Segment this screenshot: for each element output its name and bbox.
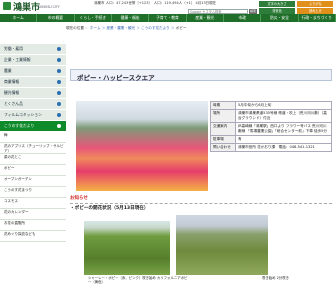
sidebar-subitem[interactable]: 菜の花とこ xyxy=(0,154,66,165)
sidebar-item-business[interactable]: 企業・工業情報 xyxy=(0,55,66,66)
nav-item-education[interactable]: 子育て・教育 xyxy=(149,14,187,22)
bloom-caption-2: 咲き始め 2分咲き xyxy=(262,276,289,280)
city-logo-icon[interactable] xyxy=(3,2,11,10)
site-header: 鴻巣市 KONOSU CITY 鴻巣市 人口：47,243世帯（+123） 人口… xyxy=(0,0,336,21)
breadcrumb-home[interactable]: ホーム xyxy=(90,26,101,30)
site-title[interactable]: 鴻巣市 xyxy=(13,0,40,13)
global-nav: ホーム 市の概要 くらし・手続き 健康・福祉 子育て・教育 産業・観光 市政 防… xyxy=(0,14,336,22)
nav-item-home[interactable]: ホーム xyxy=(0,14,38,22)
nav-item-government[interactable]: 市政 xyxy=(224,14,262,22)
sidebar-subitem[interactable]: 花めぐり探訪なども xyxy=(0,231,66,242)
page-title-bar: ポピー・ハッピースクエア xyxy=(70,69,332,82)
table-row: 場所 鴻巣市鴻巣県道535号線 県道・吹上（荒川河川敷）（高台グラウンド）付近 xyxy=(210,109,332,123)
sidebar-subitem[interactable]: コスモス xyxy=(0,198,66,209)
nav-item-life[interactable]: くらし・手続き xyxy=(75,14,112,22)
population-stats: 鴻巣市 人口：47,243世帯（+123） 人口：119,494人（+1） 4月… xyxy=(94,1,217,5)
breadcrumb-industry[interactable]: 産業・農業・観光 xyxy=(106,26,135,30)
sidebar-item-labor[interactable]: 労働・雇用 xyxy=(0,44,66,55)
nav-item-health[interactable]: 健康・福祉 xyxy=(112,14,150,22)
notice-divider xyxy=(70,203,332,204)
table-row: 時期 5月中旬から6月上旬 xyxy=(210,101,332,110)
sidebar-item-flowers[interactable]: こうのす花だより xyxy=(0,121,66,132)
breadcrumb-label: 現在の位置 xyxy=(66,26,84,30)
sidebar: 労働・雇用 企業・工業情報 農業 商業情報 観光情報 とくさん品 フィルムコミッ… xyxy=(0,44,66,242)
nav-item-planning[interactable]: 行政・まちづくり xyxy=(299,14,336,22)
site-subtitle: KONOSU CITY xyxy=(38,5,60,9)
breadcrumb: 現在の位置 ： ホーム ＞ 産業・農業・観光 ＞ こうのす花だより ＞ ポピー xyxy=(66,26,187,30)
nav-item-safety[interactable]: 防災・安全 xyxy=(261,14,299,22)
table-row: 問い合わせ 鴻巣市役所 花かおり課 電話：048-541-1321 xyxy=(210,143,332,152)
sidebar-subitem[interactable]: 花のカレンダー xyxy=(0,209,66,220)
breadcrumb-flowers[interactable]: こうのす花だより xyxy=(141,26,170,30)
info-table: 時期 5月中旬から6月上旬 場所 鴻巣市鴻巣県道535号線 県道・吹上（荒川河川敷）… xyxy=(210,101,332,152)
sidebar-item-film[interactable]: フィルムコミッション xyxy=(0,110,66,121)
sidebar-subitem[interactable]: 梅 xyxy=(0,132,66,143)
poppy-field-photo xyxy=(76,101,208,191)
sidebar-item-agriculture[interactable]: 農業 xyxy=(0,66,66,77)
nav-item-industry[interactable]: 産業・観光 xyxy=(187,14,224,22)
sidebar-subitem[interactable]: 花のアプリス（チューリップ・サルビア） xyxy=(0,143,66,154)
notice-heading: お知らせ xyxy=(70,196,88,201)
bloom-status-heading: ・ポピーの開花状況（5月13日現在） xyxy=(70,206,149,211)
furigana-button[interactable]: ふりがな xyxy=(297,1,334,7)
sidebar-subitem-current[interactable]: ポピー xyxy=(0,165,66,176)
bloom-caption-1: シャーレー・ポピー（赤、ピンク）咲き始め カリフォルニアポピー（黄色） xyxy=(88,276,188,284)
breadcrumb-current: ポピー xyxy=(175,26,187,30)
sidebar-subitem[interactable]: こうのす花まつり xyxy=(0,187,66,198)
nav-item-overview[interactable]: 市の概要 xyxy=(37,14,75,22)
page-title: ポピー・ハッピースクエア xyxy=(77,74,155,82)
sidebar-item-tourism[interactable]: 観光情報 xyxy=(0,88,66,99)
table-row: 交通案内 JR高崎線「鴻巣駅」西口より フラワー号バス 荒川河川敷線 「馬場農業公… xyxy=(210,122,332,136)
sidebar-subitem[interactable]: お花の直販所 xyxy=(0,220,66,231)
sidebar-subitem[interactable]: オープンガーデン xyxy=(0,176,66,187)
bloom-photo-2 xyxy=(176,215,268,275)
bloom-photo-1 xyxy=(84,221,170,275)
table-row: 駐車場有 xyxy=(210,135,332,144)
sidebar-item-specialties[interactable]: とくさん品 xyxy=(0,99,66,110)
font-size-button[interactable]: 文字の大きさ xyxy=(259,1,295,7)
sidebar-item-commerce[interactable]: 商業情報 xyxy=(0,77,66,88)
